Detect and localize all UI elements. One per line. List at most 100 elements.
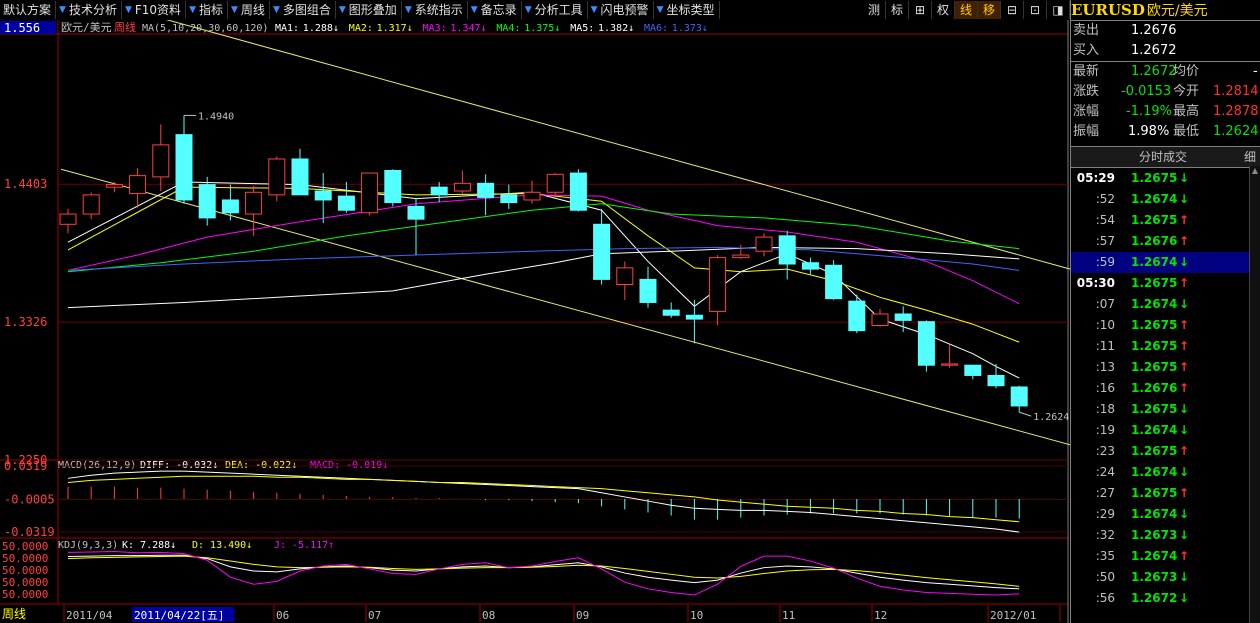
- toolbar-icon-4[interactable]: 线: [955, 1, 978, 19]
- tick-row[interactable]: :19 1.2674 ↓: [1071, 420, 1260, 441]
- candle-body: [314, 190, 332, 201]
- toolbar-item-6[interactable]: ▼ 图形叠加: [336, 1, 402, 19]
- tick-row[interactable]: 05:29 1.2675 ↓: [1071, 168, 1260, 189]
- toolbar-item-9[interactable]: ▼ 分析工具: [522, 1, 588, 19]
- candle-body: [825, 264, 843, 300]
- toolbar-icon-3[interactable]: 权: [932, 1, 955, 19]
- tick-row[interactable]: :27 1.2675 ↑: [1071, 483, 1260, 504]
- tick-detail-button[interactable]: 细: [1244, 147, 1256, 167]
- tick-row[interactable]: :29 1.2674 ↓: [1071, 504, 1260, 525]
- tick-row[interactable]: :50 1.2673 ↓: [1071, 567, 1260, 588]
- arrow-down-icon: ↓: [1179, 255, 1190, 269]
- tick-row[interactable]: :07 1.2674 ↓: [1071, 294, 1260, 315]
- candle-body: [129, 175, 147, 195]
- tick-row[interactable]: :57 1.2676 ↑: [1071, 231, 1260, 252]
- dropdown-icon: ▼: [189, 5, 196, 15]
- ma-name: MA4:: [496, 23, 520, 34]
- toolbar-item-label: 闪电预警: [600, 3, 649, 17]
- arrow-up-icon: ↑: [1179, 318, 1190, 332]
- buy-label: 买入: [1073, 43, 1100, 58]
- low-annotation: 1.2624: [1033, 412, 1069, 423]
- scroll-up-icon[interactable]: ▲: [1250, 166, 1260, 176]
- arrow-up-icon: ↑: [1179, 339, 1190, 353]
- ma-value: 1.382↓: [598, 23, 634, 34]
- toolbar-item-label: 指标: [198, 3, 223, 17]
- tick-row[interactable]: :23 1.2675 ↑: [1071, 441, 1260, 462]
- tick-row[interactable]: :56 1.2672 ↓: [1071, 588, 1260, 609]
- tick-row[interactable]: :52 1.2674 ↓: [1071, 189, 1260, 210]
- toolbar-icon-0[interactable]: 测: [863, 1, 886, 19]
- chart-area[interactable]: 1.44031.33261.22501.556 欧元/美元 周线 MA(5,10,20…: [0, 20, 1070, 623]
- ma-value: 1.288↓: [303, 23, 339, 34]
- toolbar-item-0[interactable]: 默认方案: [0, 1, 57, 19]
- toolbar-item-11[interactable]: ▼ 坐标类型: [654, 1, 720, 19]
- toolbar-icon-5[interactable]: 移: [978, 1, 1001, 19]
- tick-price: 1.2674: [1131, 507, 1178, 521]
- tick-price: 1.2675: [1131, 171, 1178, 185]
- tick-row[interactable]: :24 1.2674 ↓: [1071, 462, 1260, 483]
- dropdown-icon: ▼: [338, 5, 346, 15]
- dropdown-icon: ▼: [470, 5, 478, 15]
- toolbar-item-2[interactable]: ▼ F10资料: [122, 1, 187, 19]
- toolbar-icon-6[interactable]: ⊟: [1001, 1, 1024, 19]
- tick-header: 分时成交 细: [1071, 146, 1260, 168]
- tick-time: :19: [1095, 423, 1115, 437]
- toolbar-item-5[interactable]: ▼ 多图组合: [270, 1, 336, 19]
- tick-price: 1.2675: [1131, 213, 1178, 227]
- toolbar-item-3[interactable]: ▼ 指标: [186, 1, 228, 19]
- tick-time: :10: [1095, 318, 1115, 332]
- high-annotation: 1.4940: [198, 111, 234, 122]
- tick-row[interactable]: :35 1.2674 ↑: [1071, 546, 1260, 567]
- arrow-up-icon: ↑: [1179, 381, 1190, 395]
- tick-row[interactable]: :54 1.2675 ↑: [1071, 210, 1260, 231]
- candle-body: [175, 134, 193, 201]
- candle-body: [778, 235, 796, 265]
- amp-value: 1.98%: [1128, 124, 1170, 139]
- candle-body: [662, 309, 680, 316]
- low-value: 1.2624: [1213, 124, 1259, 139]
- arrow-down-icon: ↓: [1179, 570, 1190, 584]
- toolbar-icon-1[interactable]: 标: [886, 1, 909, 19]
- pct-row: 涨幅 -1.19% 最高 1.2878: [1071, 102, 1260, 122]
- tick-row[interactable]: :32 1.2673 ↓: [1071, 525, 1260, 546]
- tick-row[interactable]: :11 1.2675 ↑: [1071, 336, 1260, 357]
- toolbar-icon-7[interactable]: ⊡: [1024, 1, 1047, 19]
- toolbar-icon-8[interactable]: ◨: [1047, 1, 1070, 19]
- tick-scrollbar[interactable]: ▲: [1249, 166, 1260, 623]
- toolbar-item-4[interactable]: ▼ 周线: [228, 1, 270, 19]
- candle-body: [291, 158, 309, 196]
- toolbar-icon-2[interactable]: ⊞: [909, 1, 932, 19]
- dropdown-icon: ▼: [590, 5, 598, 15]
- tick-row[interactable]: :13 1.2675 ↑: [1071, 357, 1260, 378]
- tick-price: 1.2672: [1131, 591, 1178, 605]
- arrow-down-icon: ↓: [1179, 423, 1190, 437]
- tick-row[interactable]: 05:30 1.2675 ↑: [1071, 273, 1260, 294]
- tick-price: 1.2674: [1131, 297, 1178, 311]
- tick-price: 1.2674: [1131, 192, 1178, 206]
- toolbar-item-1[interactable]: ▼ 技术分析: [56, 1, 122, 19]
- chart-symbol: 欧元/美元: [61, 21, 112, 34]
- change-row: 涨跌 -0.0153 今开 1.2814: [1071, 82, 1260, 102]
- tick-row[interactable]: :18 1.2675 ↓: [1071, 399, 1260, 420]
- toolbar-item-7[interactable]: ▼ 系统指示: [402, 1, 468, 19]
- ma-value: 1.347↓: [450, 23, 486, 34]
- tick-row[interactable]: :59 1.2674 ↓: [1071, 252, 1260, 273]
- tick-price: 1.2675: [1131, 339, 1178, 353]
- arrow-up-icon: ↑: [1179, 444, 1190, 458]
- tick-time: :57: [1095, 234, 1115, 248]
- candle-body: [917, 321, 935, 366]
- macd-tick-label: -0.0005: [4, 493, 55, 507]
- toolbar-item-10[interactable]: ▼ 闪电预警: [588, 1, 654, 19]
- toolbar-item-label: 备忘录: [480, 3, 517, 17]
- arrow-down-icon: ↓: [1179, 591, 1190, 605]
- high-value: 1.2878: [1213, 104, 1259, 119]
- dropdown-icon: ▼: [124, 5, 132, 15]
- tick-price: 1.2675: [1131, 444, 1178, 458]
- avg-value: -: [1253, 64, 1258, 79]
- time-label: 11: [782, 609, 795, 622]
- tick-row[interactable]: :10 1.2675 ↑: [1071, 315, 1260, 336]
- toolbar-item-8[interactable]: ▼ 备忘录: [468, 1, 522, 19]
- tick-row[interactable]: :16 1.2676 ↑: [1071, 378, 1260, 399]
- candle-body: [848, 300, 866, 332]
- sell-value: 1.2676: [1131, 23, 1177, 38]
